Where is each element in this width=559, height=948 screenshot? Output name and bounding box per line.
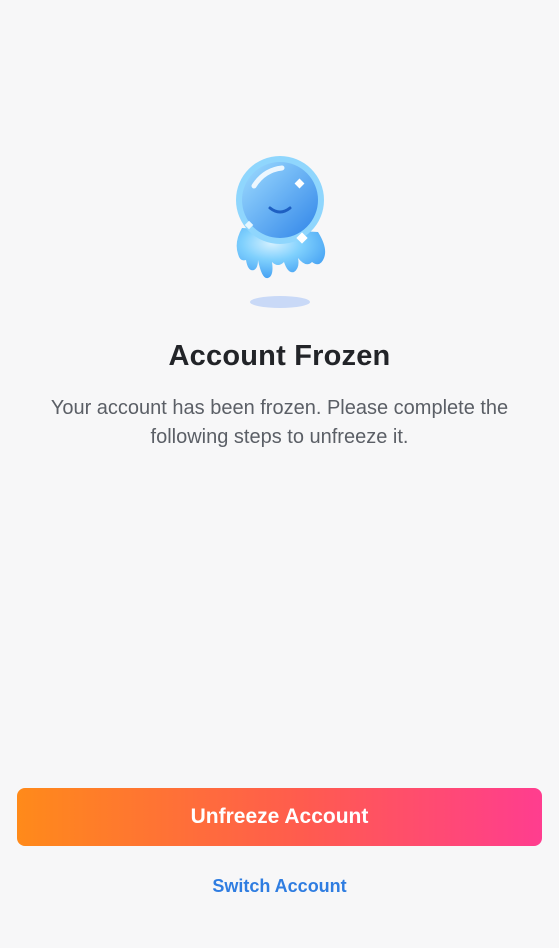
frozen-ice-mascot-icon — [220, 150, 340, 315]
frozen-account-screen: Account Frozen Your account has been fro… — [0, 0, 559, 948]
switch-account-link[interactable]: Switch Account — [0, 876, 559, 897]
unfreeze-account-button[interactable]: Unfreeze Account — [17, 788, 542, 846]
page-title: Account Frozen — [168, 340, 391, 372]
frozen-message: Your account has been frozen. Please com… — [50, 397, 509, 448]
